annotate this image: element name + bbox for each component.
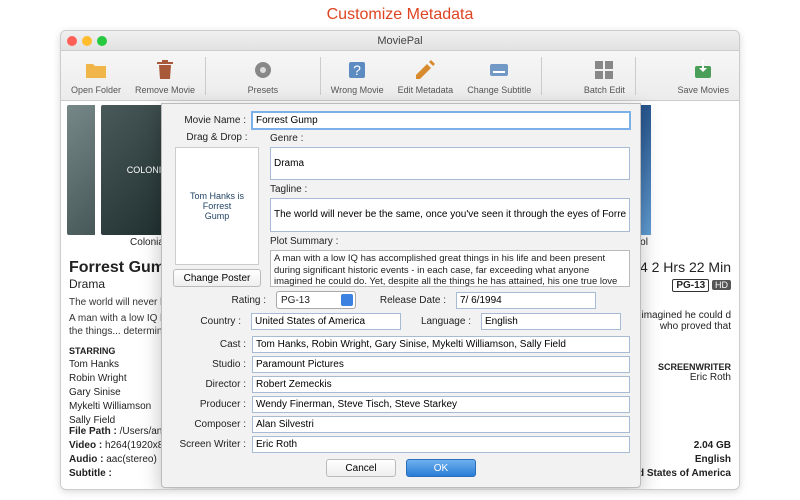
edit-metadata-button[interactable]: Edit Metadata (392, 55, 460, 97)
tagline-label: Tagline : (270, 184, 307, 195)
rating-label: Rating : (206, 295, 266, 306)
batch-icon (591, 57, 617, 83)
country-label: Country : (181, 316, 241, 327)
thumb-label: Colonia (130, 237, 164, 248)
batch-edit-label: Batch Edit (584, 85, 625, 95)
page-heading: Customize Metadata (0, 0, 800, 28)
release-date-field[interactable] (456, 292, 596, 309)
country-field[interactable] (251, 313, 401, 330)
save-movies-button[interactable]: Save Movies (672, 55, 736, 97)
svg-text:?: ? (353, 62, 361, 78)
language-label: Language : (411, 316, 471, 327)
batch-edit-button[interactable]: Batch Edit (578, 55, 631, 97)
folder-icon (83, 57, 109, 83)
director-field[interactable] (252, 376, 630, 393)
plot-field[interactable]: A man with a low IQ has accomplished gre… (270, 250, 630, 287)
rating-select[interactable]: PG-13 (276, 291, 356, 309)
drag-drop-label: Drag & Drop : (186, 132, 247, 143)
screen-writer-label: Screen Writer : (172, 439, 246, 450)
cast-label: Cast : (172, 339, 246, 350)
save-icon (690, 57, 716, 83)
video-label: Video : (69, 440, 102, 451)
producer-field[interactable] (252, 396, 630, 413)
pencil-icon (412, 57, 438, 83)
toolbar-separator (541, 57, 542, 95)
tagline-field[interactable] (270, 198, 630, 231)
starring-heading: STARRING (69, 346, 151, 356)
audio-value: aac(stereo) (106, 454, 157, 465)
poster-thumb[interactable] (67, 105, 95, 247)
file-language: English (695, 453, 731, 467)
content: COLONIAColonia Forrest GumpForrest Gump … (61, 101, 739, 489)
remove-movie-label: Remove Movie (135, 85, 195, 95)
change-subtitle-button[interactable]: Change Subtitle (461, 55, 537, 97)
audio-label: Audio : (69, 454, 103, 465)
genre-field[interactable] (270, 147, 630, 180)
producer-label: Producer : (172, 399, 246, 410)
studio-label: Studio : (172, 359, 246, 370)
starring-list: Tom Hanks Robin Wright Gary Sinise Mykel… (69, 358, 151, 428)
release-label: Release Date : (366, 295, 446, 306)
app-window: MoviePal Open Folder Remove Movie Preset… (60, 30, 740, 490)
movie-name-label: Movie Name : (172, 115, 246, 126)
language-field[interactable] (481, 313, 621, 330)
gear-icon (250, 57, 276, 83)
starring-block: STARRING Tom Hanks Robin Wright Gary Sin… (69, 346, 151, 428)
plot-label: Plot Summary : (270, 236, 338, 247)
wrong-movie-label: Wrong Movie (331, 85, 384, 95)
edit-metadata-label: Edit Metadata (398, 85, 454, 95)
save-movies-label: Save Movies (678, 85, 730, 95)
poster-dropzone[interactable]: Tom Hanks is Forrest Gump (175, 147, 259, 265)
composer-label: Composer : (172, 419, 246, 430)
subtitle-icon (486, 57, 512, 83)
cast-field[interactable] (252, 336, 630, 353)
toolbar-separator (635, 57, 636, 95)
question-icon: ? (344, 57, 370, 83)
toolbar: Open Folder Remove Movie Presets ? Wrong… (61, 51, 739, 101)
filesize: 2.04 GB (694, 439, 731, 453)
toolbar-separator (320, 57, 321, 95)
subtitle-label: Subtitle : (69, 468, 112, 479)
titlebar: MoviePal (61, 31, 739, 51)
filepath-label: File Path : (69, 426, 117, 437)
cancel-button[interactable]: Cancel (326, 459, 396, 477)
composer-field[interactable] (252, 416, 630, 433)
genre-label: Genre : (270, 133, 303, 144)
ok-button[interactable]: OK (406, 459, 476, 477)
change-subtitle-label: Change Subtitle (467, 85, 531, 95)
movie-name-field[interactable] (252, 112, 630, 129)
remove-movie-button[interactable]: Remove Movie (129, 55, 201, 97)
trash-icon (152, 57, 178, 83)
screen-writer-field[interactable] (252, 436, 630, 453)
studio-field[interactable] (252, 356, 630, 373)
rating-badge: PG-13 (672, 279, 709, 292)
wrong-movie-button[interactable]: ? Wrong Movie (325, 55, 390, 97)
metadata-editor-modal: Movie Name : Drag & Drop : Tom Hanks is … (161, 103, 641, 488)
open-folder-label: Open Folder (71, 85, 121, 95)
app-title: MoviePal (61, 35, 739, 47)
director-label: Director : (172, 379, 246, 390)
presets-label: Presets (248, 85, 279, 95)
toolbar-separator (205, 57, 206, 95)
presets-button[interactable]: Presets (242, 55, 285, 97)
open-folder-button[interactable]: Open Folder (65, 55, 127, 97)
change-poster-button[interactable]: Change Poster (173, 269, 262, 287)
hd-badge: HD (712, 280, 731, 290)
